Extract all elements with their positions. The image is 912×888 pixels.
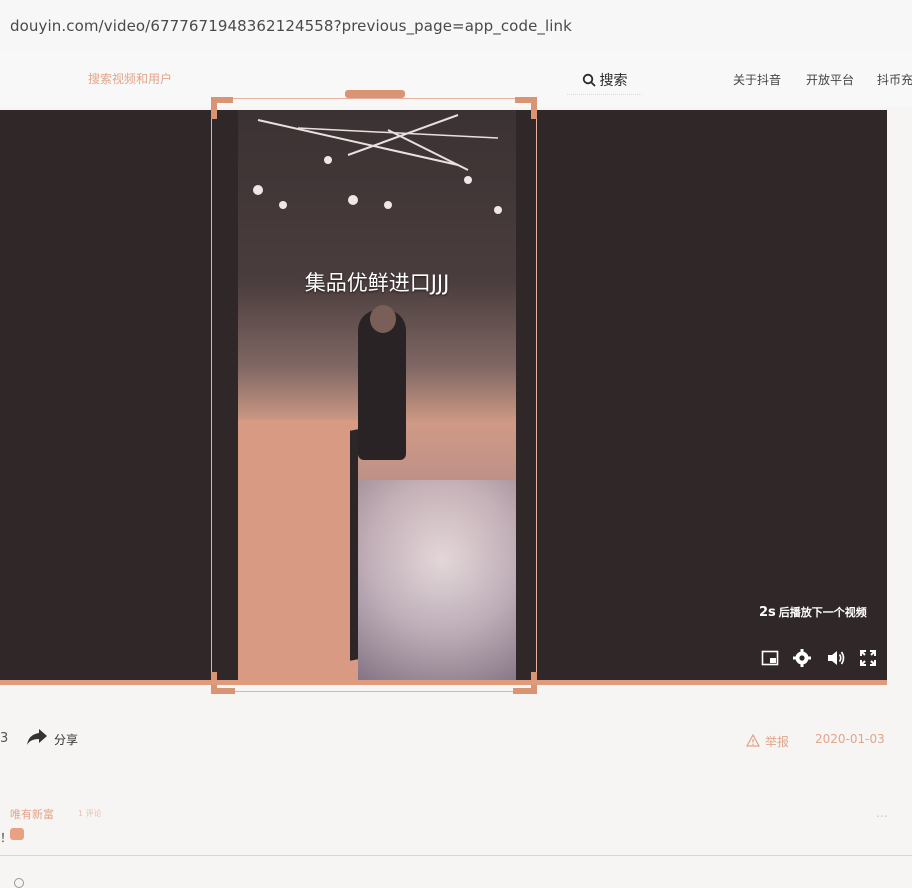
top-nav: 搜索视频和用户 搜索 关于抖音 开放平台 抖币充值 <box>0 52 912 107</box>
search-hint-text[interactable]: 搜索视频和用户 <box>88 70 172 87</box>
nav-link-open-platform[interactable]: 开放平台 <box>806 71 854 88</box>
share-button[interactable]: 分享 <box>26 728 78 750</box>
resize-handle-top-left-h[interactable] <box>211 97 233 103</box>
report-label: 举报 <box>765 735 790 749</box>
countdown-text: 后播放下一个视频 <box>778 606 867 619</box>
location-icon <box>14 878 24 888</box>
next-video-countdown: 2s 后播放下一个视频 <box>759 604 867 620</box>
picture-in-picture-icon[interactable] <box>760 648 780 668</box>
progress-fill <box>0 680 887 685</box>
resize-handle-top[interactable] <box>345 90 405 98</box>
counter-edge-graphic <box>350 429 358 661</box>
search-icon <box>582 73 596 87</box>
counter-graphic <box>238 420 358 680</box>
nav-link-about[interactable]: 关于抖音 <box>733 71 781 88</box>
url-text[interactable]: douyin.com/video/6777671948362124558?pre… <box>10 17 572 35</box>
warning-icon <box>745 732 761 751</box>
search-label: 搜索 <box>599 73 628 89</box>
video-caption: 集品优鲜进口JJJ <box>304 271 450 295</box>
settings-icon[interactable] <box>792 648 812 668</box>
video-frame[interactable]: 集品优鲜进口JJJ <box>238 110 516 680</box>
resize-handle-bottom-right-h[interactable] <box>513 688 537 694</box>
comment-meta: 1 评论 <box>78 809 102 818</box>
more-options-icon[interactable]: ... <box>876 806 887 820</box>
report-button[interactable]: 举报 <box>745 732 790 751</box>
resize-handle-top-right-h[interactable] <box>515 97 537 103</box>
volume-icon[interactable] <box>826 648 846 668</box>
nav-link-coin-recharge[interactable]: 抖币充值 <box>877 71 912 88</box>
share-label: 分享 <box>54 732 79 747</box>
person-head-graphic <box>370 305 396 333</box>
share-arrow-icon <box>26 728 48 750</box>
fullscreen-icon[interactable] <box>858 648 878 668</box>
countdown-seconds: 2s <box>759 605 776 620</box>
progress-bar[interactable] <box>0 680 887 685</box>
action-bar: 3 分享 举报 2020-01-03 <box>0 720 912 760</box>
like-count: 3 <box>0 731 9 746</box>
search-button[interactable]: 搜索 <box>567 66 642 95</box>
browser-url-bar[interactable]: douyin.com/video/6777671948362124558?pre… <box>0 0 912 53</box>
thumbs-up-emoji-icon <box>10 828 24 840</box>
comment-author[interactable]: 唯有新富 <box>10 806 54 822</box>
ceiling-lights-graphic <box>253 114 502 214</box>
publish-date: 2020-01-03 <box>815 732 885 746</box>
resize-handle-bottom-left-h[interactable] <box>211 688 235 694</box>
divider <box>0 855 912 856</box>
